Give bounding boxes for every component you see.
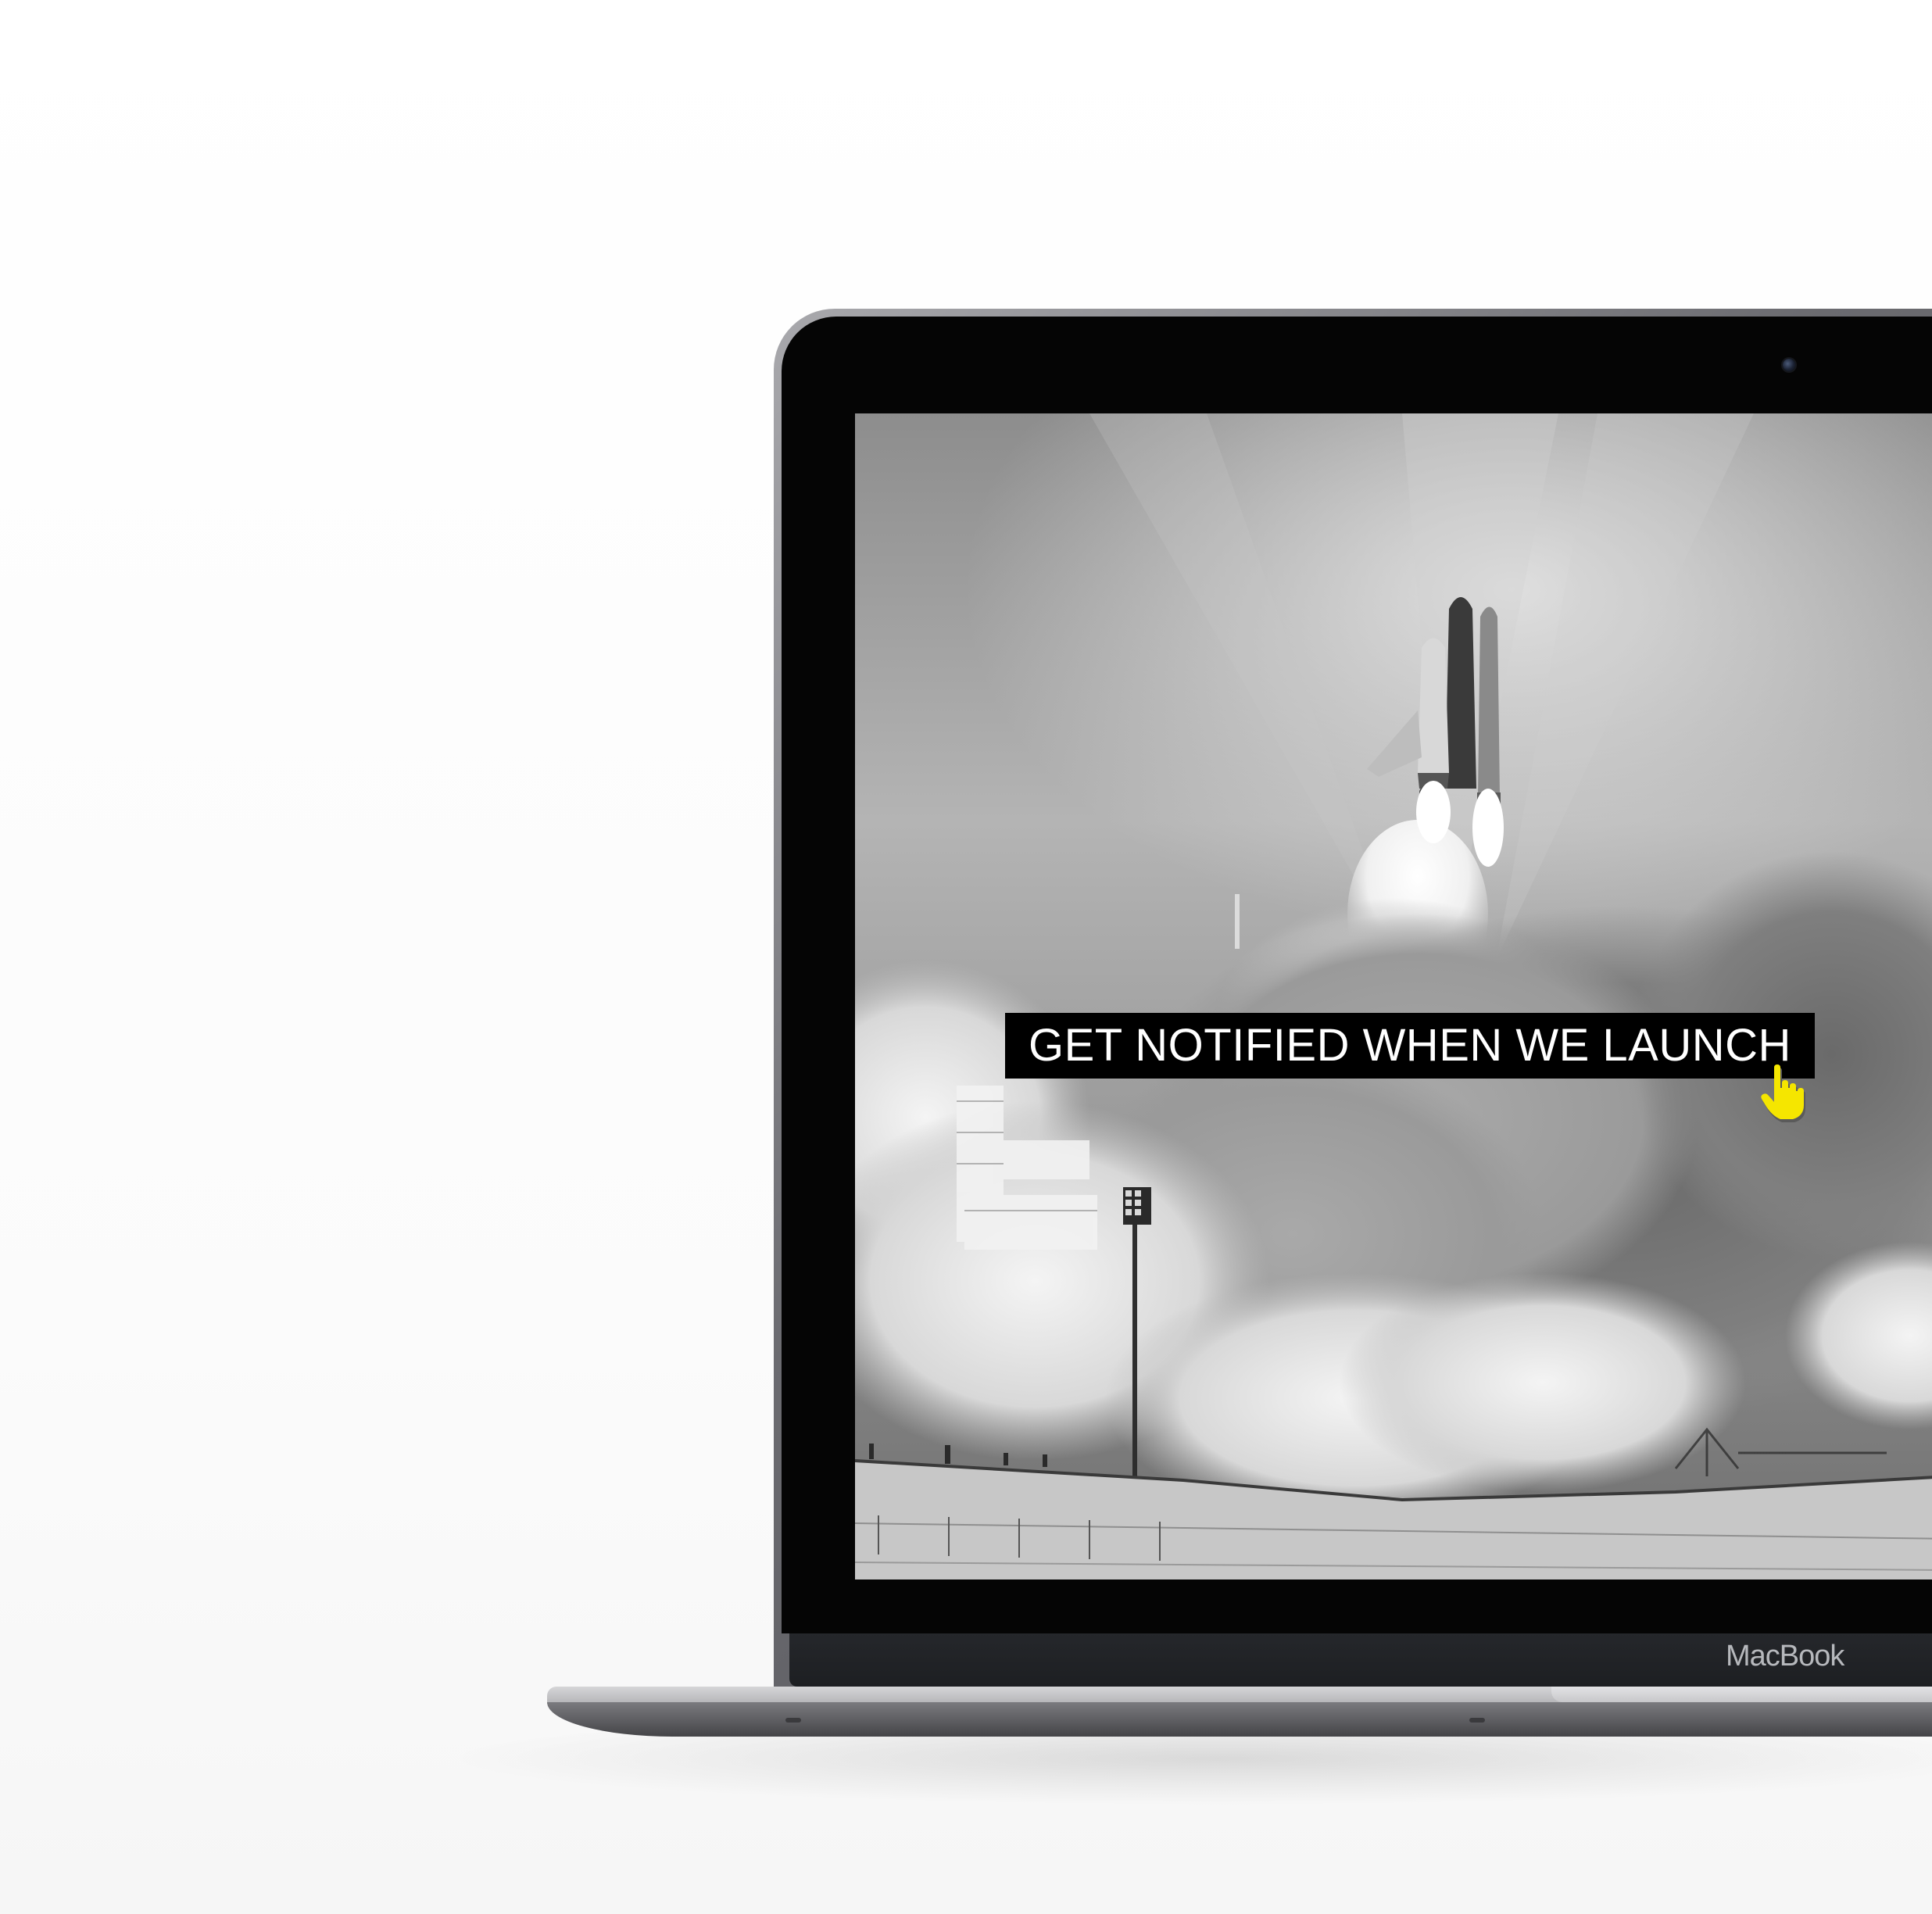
brand-label: MacBook bbox=[1726, 1640, 1844, 1673]
notify-button[interactable]: GET NOTIFIED WHEN WE LAUNCH bbox=[1005, 1013, 1815, 1079]
laptop-foot bbox=[785, 1718, 801, 1723]
laptop-hinge-notch bbox=[1551, 1687, 1932, 1702]
laptop-screen: GET NOTIFIED WHEN WE LAUNCH bbox=[855, 413, 1932, 1579]
mockup-stage: GET NOTIFIED WHEN WE LAUNCH MacBook bbox=[0, 0, 1932, 1914]
space-shuttle-launch-photo bbox=[855, 413, 1932, 1579]
camera-icon bbox=[1783, 359, 1795, 371]
hand-pointer-icon bbox=[1761, 1064, 1805, 1122]
laptop-base-front bbox=[547, 1702, 1932, 1737]
laptop-foot bbox=[1469, 1718, 1485, 1723]
